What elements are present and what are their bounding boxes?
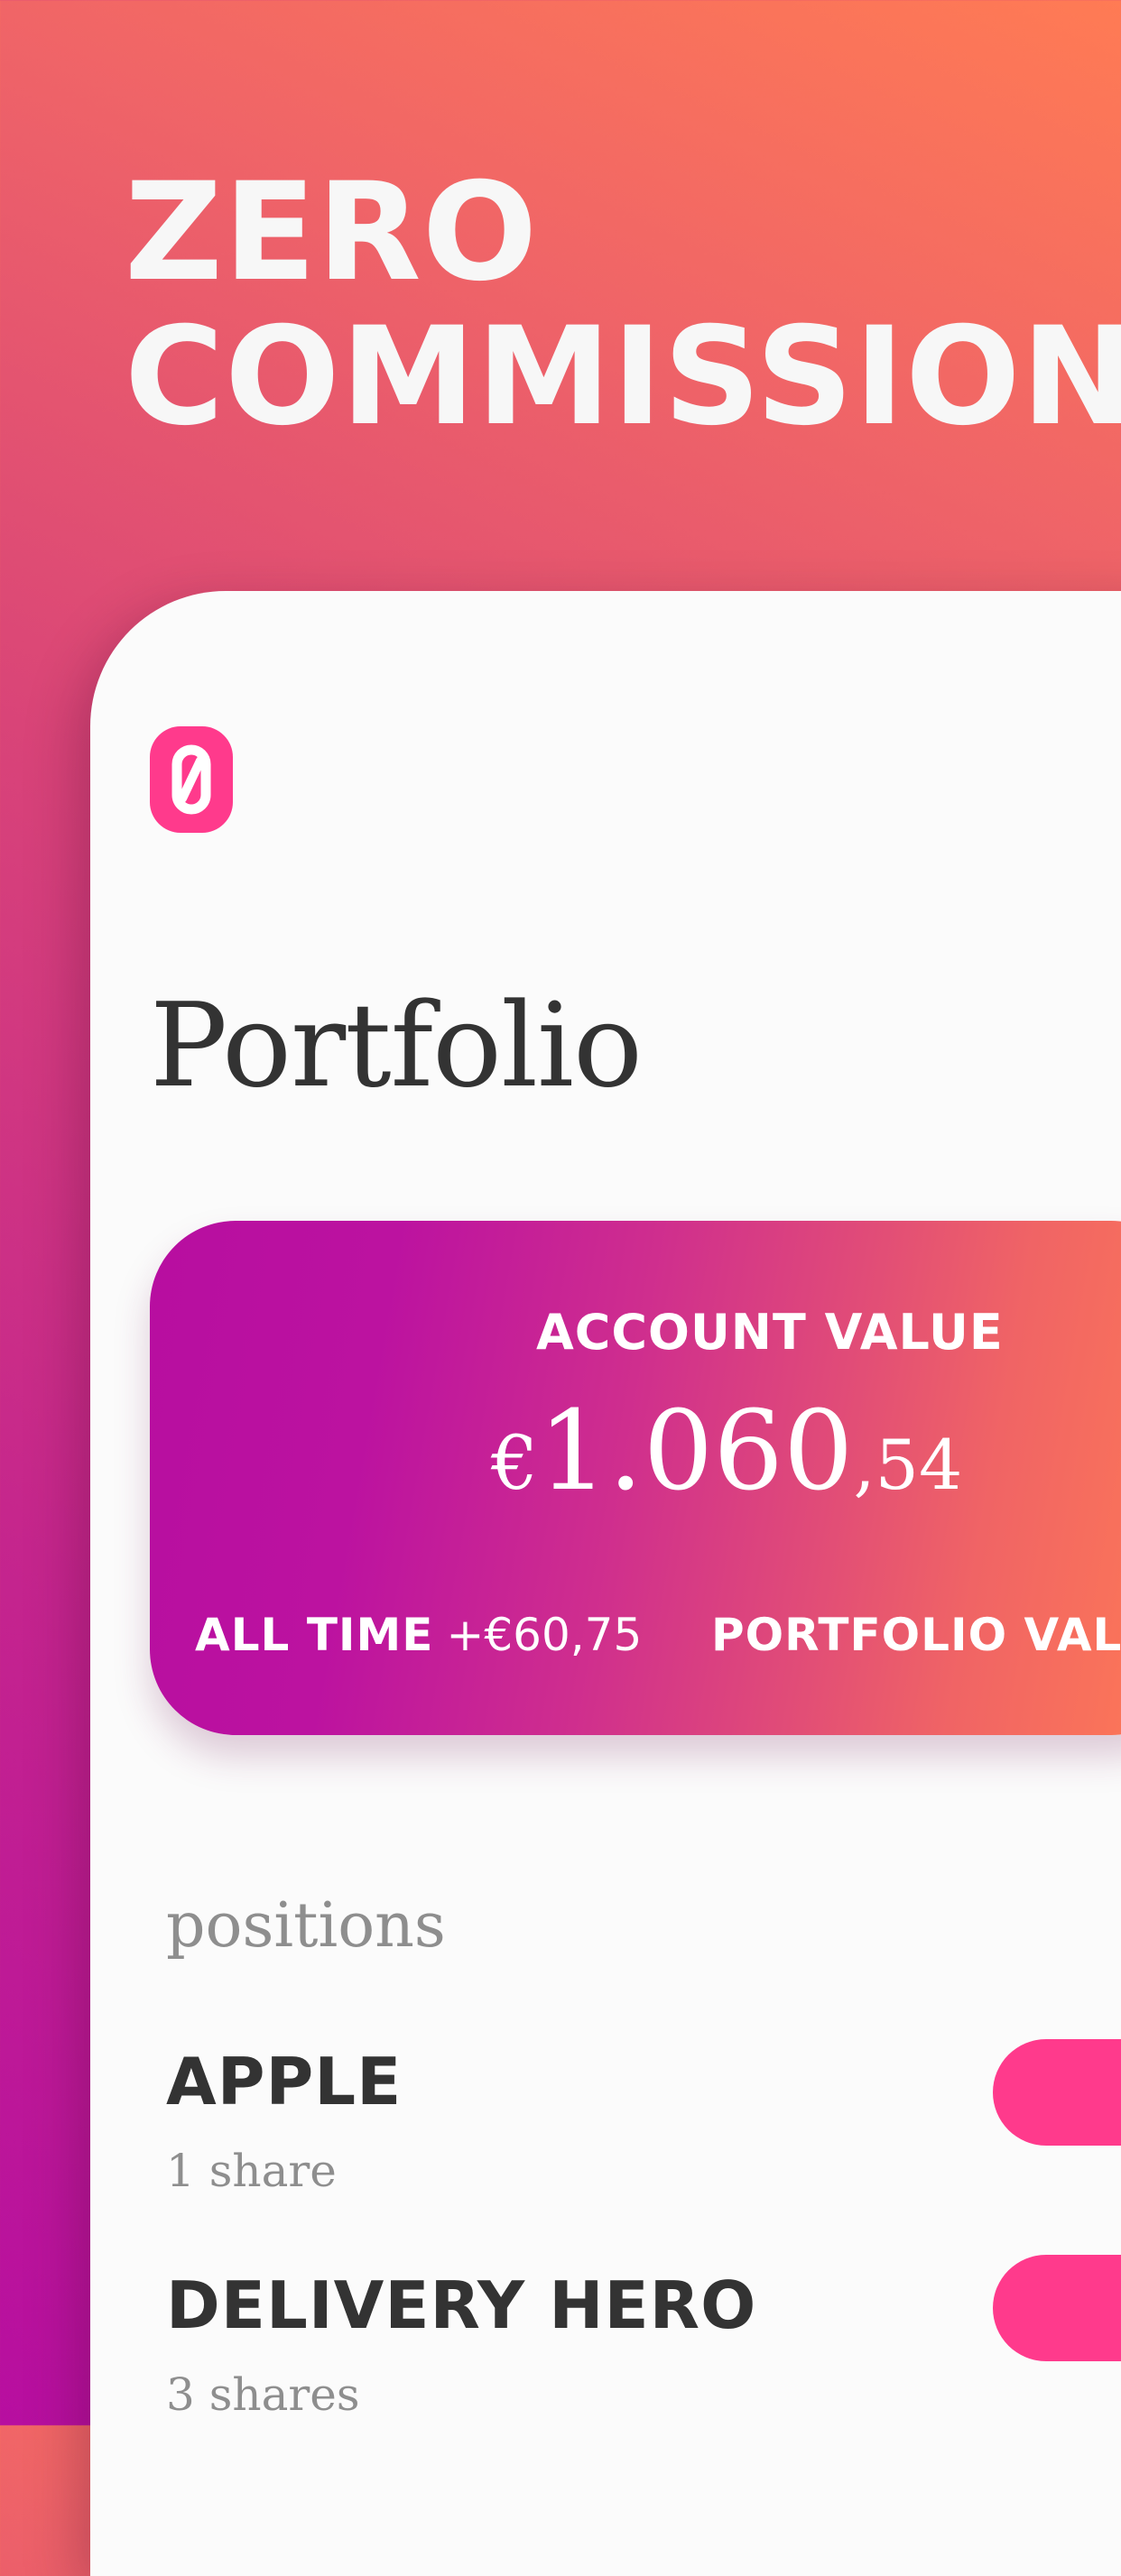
account-value-main: 1.060 (538, 1387, 854, 1515)
account-value-card[interactable]: ACCOUNT VALUE €1.060,54 ALL TIME +€60,75 … (150, 1221, 1121, 1735)
all-time-value: +€60,75 (446, 1609, 643, 1661)
all-time-return: ALL TIME +€60,75 (195, 1609, 642, 1661)
portfolio-value-label: PORTFOLIO VALUE (711, 1609, 1121, 1661)
app-screen: Portfolio ACCOUNT VALUE €1.060,54 ALL TI… (90, 591, 1121, 2576)
zero-logo-icon (150, 726, 233, 833)
position-name-delivery-hero[interactable]: DELIVERY HERO (166, 2267, 756, 2343)
zero-logo-glyph (171, 744, 211, 815)
headline-line-2: COMMISSION (125, 299, 1121, 456)
page-title: Portfolio (150, 979, 643, 1113)
position-shares-apple: 1 share (166, 2145, 337, 2197)
position-action-pill-delivery-hero[interactable] (993, 2255, 1121, 2361)
position-shares-delivery-hero: 3 shares (166, 2368, 360, 2421)
headline-line-1: ZERO (125, 154, 539, 311)
position-action-pill-apple[interactable] (993, 2039, 1121, 2146)
promo-headline: ZERO COMMISSION (125, 161, 1121, 449)
account-value-cents: ,54 (853, 1425, 963, 1505)
account-value-label: ACCOUNT VALUE (536, 1304, 1004, 1361)
account-value-currency: € (491, 1421, 539, 1507)
position-name-apple[interactable]: APPLE (166, 2044, 402, 2119)
all-time-label: ALL TIME (195, 1609, 434, 1661)
account-value-amount: €1.060,54 (491, 1388, 962, 1528)
positions-section-label: positions (166, 1890, 446, 1962)
